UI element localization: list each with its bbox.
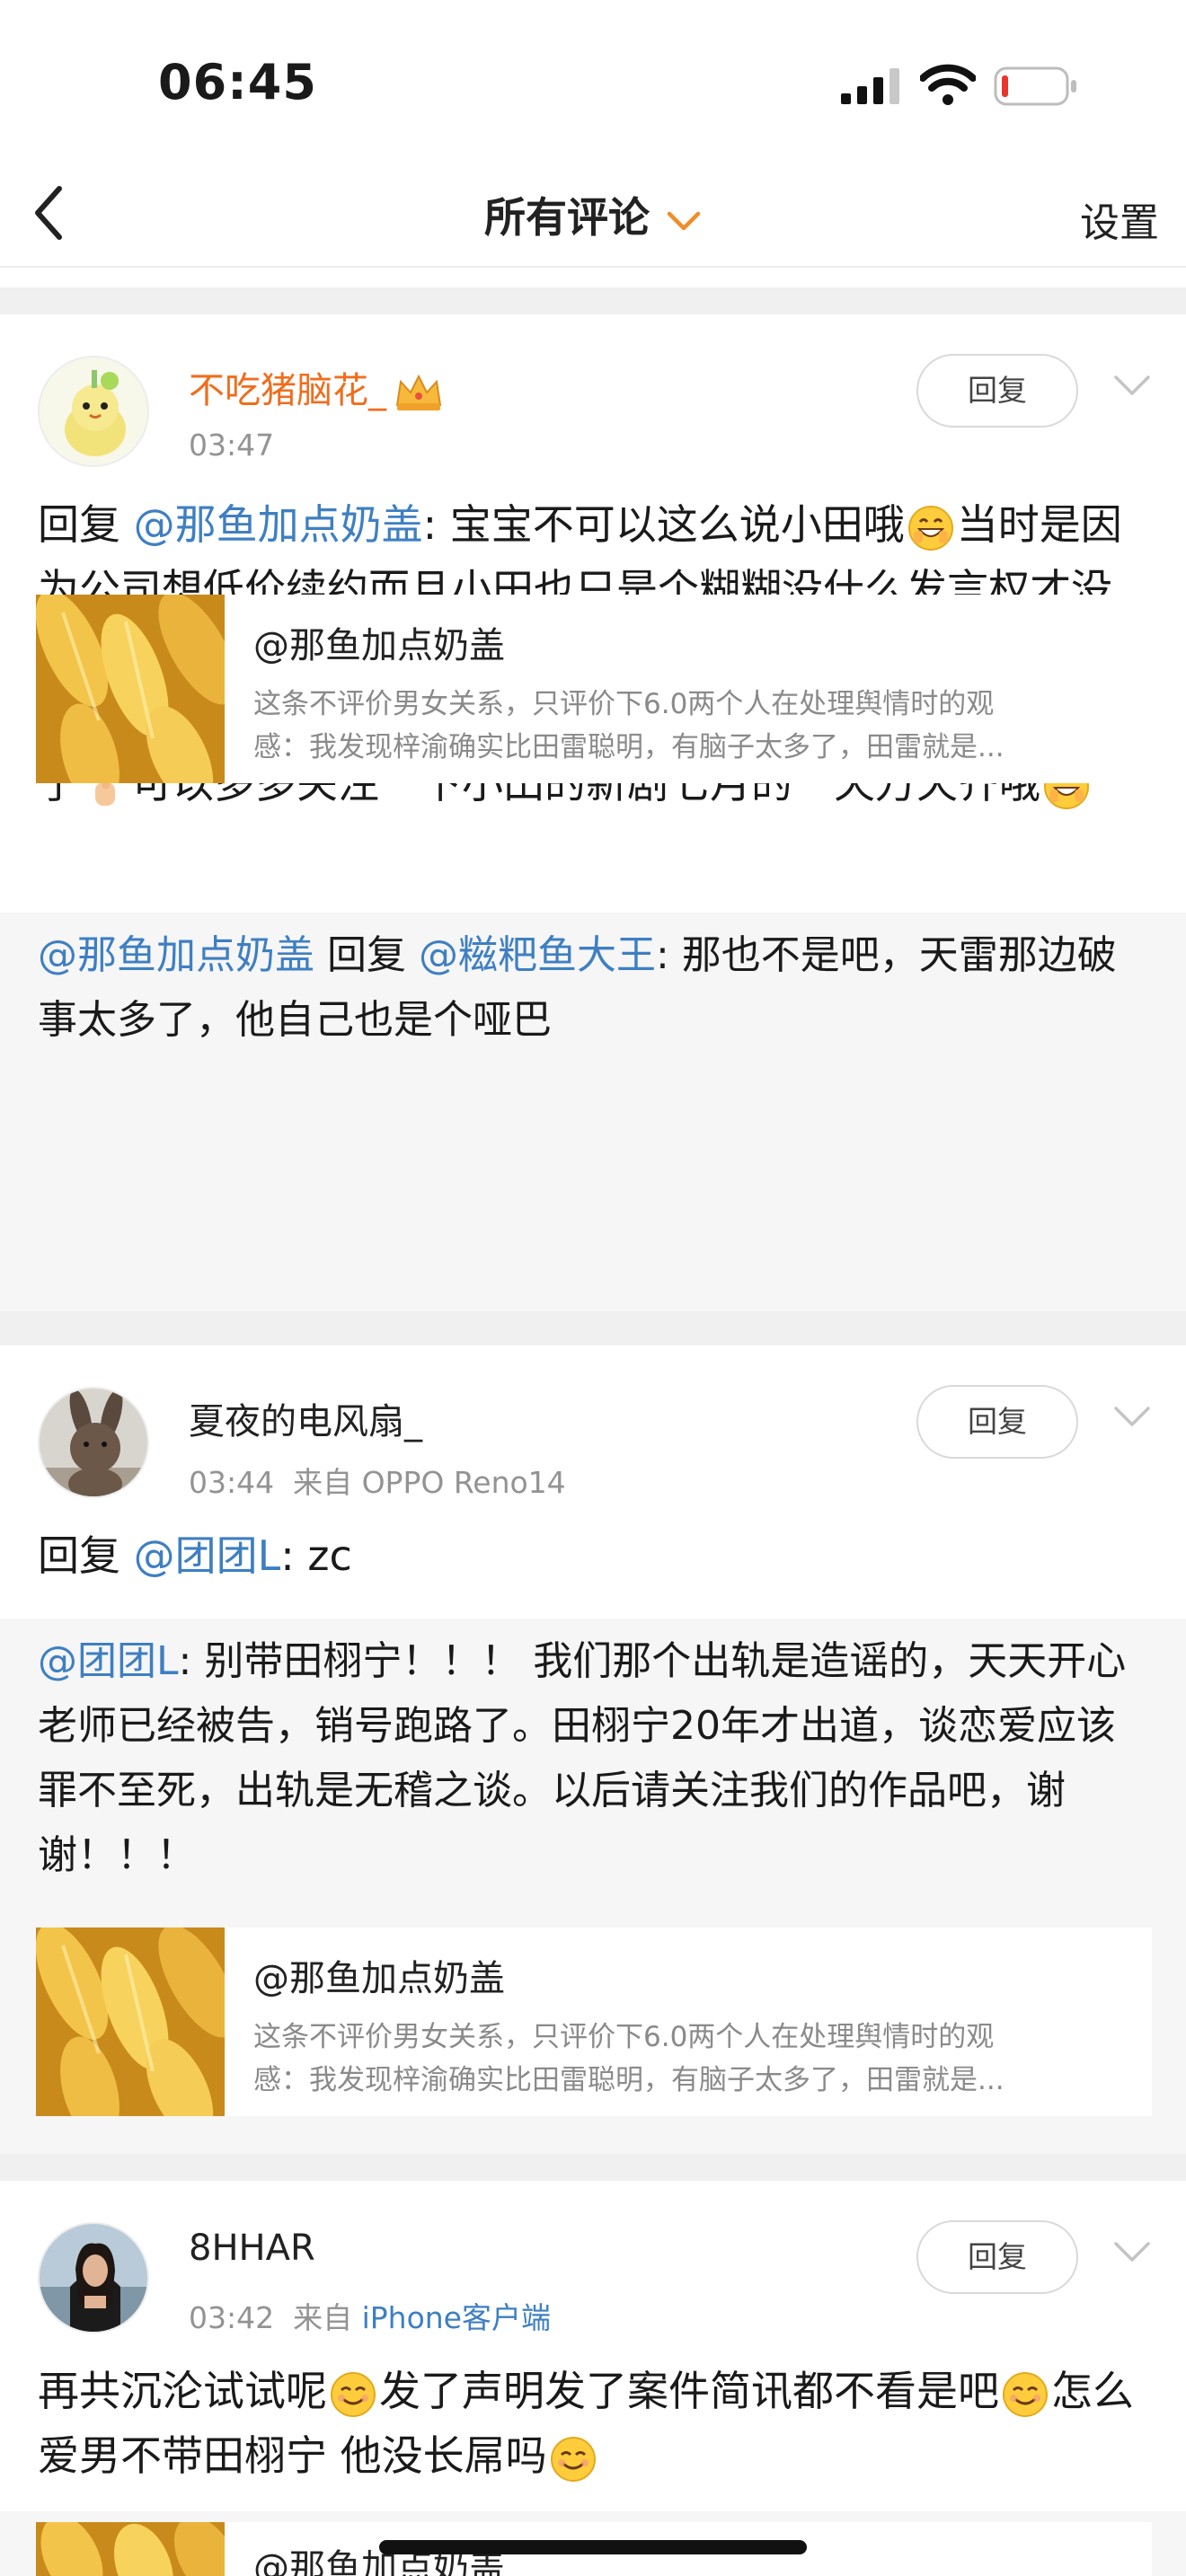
quote-body: : 别带田栩宁！！！ 我们那个出轨是造谣的，天天开心老师已经被告，销号跑路了。田… [38, 1638, 1127, 1878]
card-desc-line: 感：我发现梓渝确实比田雷聪明，有脑子太多了，田雷就是... [253, 731, 1005, 763]
linked-post-card[interactable]: @那鱼加点奶盖 这条不评价男女关系，只评价下6.0两个人在处理舆情时的观 感：我发… [36, 1928, 1152, 2116]
chevron-down-icon[interactable] [1112, 1405, 1152, 1428]
comment-text: : 宝宝不可以这么说小田哦 [422, 500, 905, 549]
grin-emoji-icon [907, 505, 953, 551]
card-thumbnail [36, 595, 225, 783]
comment-item: 8HHAR 03:42 来自 iPhone客户端 回复 再共沉沦试试呢 发了声明发… [0, 2181, 1186, 2576]
comment-time: 03:42 [189, 2300, 275, 2335]
smile-emoji-icon [550, 2436, 596, 2482]
comment-body: 回复 @团团L: zc [38, 1523, 1152, 1588]
comment-time: 03:47 [189, 428, 275, 463]
avatar[interactable] [38, 2222, 149, 2333]
card-thumbnail [36, 2522, 225, 2576]
wifi-icon [920, 64, 976, 105]
card-title: @那鱼加点奶盖 [253, 625, 505, 666]
username[interactable]: 不吃猪脑花_ [189, 361, 444, 413]
reply-prefix: 回复 [38, 1531, 134, 1580]
card-description: 这条不评价男女关系，只评价下6.0两个人在处理舆情时的观 感：我发现梓渝确实比田雷… [253, 2016, 1134, 2102]
comment-text: 发了声明发了案件简讯都不看是吧 [379, 2367, 999, 2415]
comment-source-prefix: 来自 [293, 2300, 362, 2335]
comment-item: 不吃猪脑花_ 03:47 回复 回复 @那鱼加点奶盖: 宝宝不可以这么说小田哦当… [0, 314, 1186, 1311]
reply-button[interactable]: 回复 [916, 354, 1078, 428]
card-thumbnail [36, 1928, 225, 2116]
home-indicator [379, 2540, 807, 2554]
mention-link[interactable]: @那鱼加点奶盖 [134, 500, 423, 549]
comment-item: 夏夜的电风扇_ 03:44 来自 OPPO Reno14 回复 回复 @团团L:… [0, 1345, 1186, 2154]
quoted-comment[interactable]: @团团L: 别带田栩宁！！！ 我们那个出轨是造谣的，天天开心老师已经被告，销号跑… [0, 1619, 1186, 2154]
comment-time: 03:44 [189, 1465, 275, 1500]
comment-text: : zc [280, 1531, 352, 1580]
username[interactable]: 8HHAR [189, 2228, 315, 2269]
nav-title-label: 所有评论 [484, 193, 650, 242]
battery-icon [994, 66, 1076, 106]
avatar[interactable] [38, 1387, 149, 1498]
section-gap [0, 2154, 1186, 2181]
avatar[interactable] [38, 356, 149, 467]
signal-icon [841, 68, 899, 104]
smile-emoji-icon [331, 2371, 376, 2417]
settings-button[interactable]: 设置 [1080, 190, 1159, 248]
status-time: 06:45 [158, 54, 317, 110]
comment-source: 来自 OPPO Reno14 [293, 1465, 566, 1500]
comment-text: 再共沉沦试试呢 [38, 2367, 327, 2415]
reply-button[interactable]: 回复 [916, 2220, 1078, 2294]
mention-link[interactable]: @糍粑鱼大王 [419, 932, 656, 978]
card-title: @那鱼加点奶盖 [253, 1958, 505, 1999]
smile-emoji-icon [1003, 2371, 1048, 2417]
section-gap [0, 287, 1186, 314]
crown-icon [395, 374, 442, 410]
quoted-text: @团团L: 别带田栩宁！！！ 我们那个出轨是造谣的，天天开心老师已经被告，销号跑… [38, 1629, 1152, 1888]
comment-meta: 03:42 来自 iPhone客户端 [189, 2294, 551, 2337]
card-desc-line: 这条不评价男女关系，只评价下6.0两个人在处理舆情时的观 [253, 688, 995, 720]
comment-source-link[interactable]: iPhone客户端 [362, 2300, 551, 2335]
nav-bar: 所有评论 设置 [0, 158, 1186, 268]
mention-link[interactable]: @团团L [134, 1531, 281, 1580]
reply-prefix: 回复 [38, 500, 134, 549]
linked-post-card[interactable]: @那鱼加点奶盖 这条不评价男女关系，只评价下6.0两个人在处理舆情时的观 感：我发… [36, 595, 1152, 783]
comment-body: 再共沉沦试试呢 发了声明发了案件简讯都不看是吧 怎么爱男不带田栩宁 他没长屌吗 [38, 2359, 1152, 2488]
card-desc-line: 感：我发现梓渝确实比田雷聪明，有脑子太多了，田雷就是... [253, 2064, 1005, 2096]
card-description: 这条不评价男女关系，只评价下6.0两个人在处理舆情时的观 感：我发现梓渝确实比田雷… [253, 683, 1134, 769]
status-bar: 06:45 [0, 0, 1186, 158]
quoted-text: @那鱼加点奶盖 回复 @糍粑鱼大王: 那也不是吧，天雷那边破事太多了，他自己也是… [38, 923, 1152, 1053]
mention-link[interactable]: @那鱼加点奶盖 [38, 932, 314, 978]
card-desc-line: 这条不评价男女关系，只评价下6.0两个人在处理舆情时的观 [253, 2021, 995, 2053]
username[interactable]: 夏夜的电风扇_ [189, 1392, 422, 1444]
mention-link[interactable]: @团团L [38, 1638, 179, 1684]
chevron-down-icon[interactable] [1112, 374, 1152, 397]
quoted-comment[interactable]: @那鱼加点奶盖 回复 @糍粑鱼大王: 那也不是吧，天雷那边破事太多了，他自己也是… [0, 595, 1186, 1311]
comment-meta: 03:44 来自 OPPO Reno14 [189, 1459, 566, 1502]
comment-filter-title[interactable]: 所有评论 [0, 185, 1186, 244]
username-text: 不吃猪脑花_ [189, 370, 386, 411]
reply-button[interactable]: 回复 [916, 1385, 1078, 1459]
chevron-down-icon [667, 211, 701, 230]
section-gap [0, 1311, 1186, 1345]
quote-reply-word: 回复 [314, 932, 419, 978]
chevron-down-icon[interactable] [1112, 2240, 1152, 2263]
